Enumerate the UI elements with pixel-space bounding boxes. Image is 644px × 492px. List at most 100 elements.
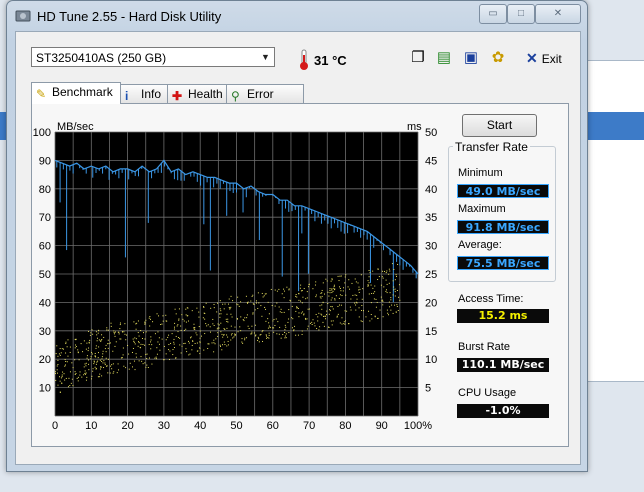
access-time-point	[344, 310, 346, 312]
access-time-point	[57, 384, 59, 386]
access-time-point	[280, 308, 282, 310]
y-left-tick-label: 70	[39, 212, 51, 224]
access-time-point	[104, 364, 106, 366]
access-time-point	[169, 359, 171, 361]
access-time-point	[180, 325, 182, 327]
access-time-point	[242, 342, 244, 344]
access-time-point	[161, 323, 163, 325]
start-button[interactable]: Start	[462, 114, 537, 137]
access-time-point	[232, 300, 234, 302]
access-time-point	[67, 386, 69, 388]
access-time-point	[107, 358, 109, 360]
access-time-point	[157, 341, 159, 343]
access-time-point	[111, 368, 113, 370]
access-time-point	[213, 325, 215, 327]
access-time-point	[104, 348, 106, 350]
access-time-point	[385, 290, 387, 292]
access-time-point	[321, 295, 323, 297]
access-time-point	[59, 391, 61, 393]
access-time-point	[148, 317, 150, 319]
access-time-point	[382, 300, 384, 302]
access-time-point	[334, 299, 336, 301]
access-time-point	[184, 342, 186, 344]
access-time-point	[145, 331, 147, 333]
access-time-point	[210, 307, 212, 309]
access-time-point	[64, 364, 66, 366]
access-time-point	[306, 297, 308, 299]
access-time-point	[218, 324, 220, 326]
access-time-point	[220, 322, 222, 324]
access-time-point	[198, 311, 200, 313]
access-time-point	[296, 307, 298, 309]
access-time-point	[163, 345, 165, 347]
access-time-point	[183, 320, 185, 322]
access-time-point	[333, 284, 335, 286]
access-time-point	[344, 282, 346, 284]
access-time-point	[160, 323, 162, 325]
access-time-point	[328, 295, 330, 297]
access-time-point	[340, 275, 342, 277]
access-time-point	[380, 284, 382, 286]
access-time-point	[226, 313, 228, 315]
access-time-point	[370, 284, 372, 286]
access-time-point	[147, 366, 149, 368]
access-time-point	[216, 311, 218, 313]
access-time-point	[322, 301, 324, 303]
access-time-point	[174, 308, 176, 310]
tab-benchmark[interactable]: ✎ Benchmark	[31, 82, 121, 104]
access-time-point	[387, 312, 389, 314]
access-time-point	[258, 338, 260, 340]
access-time-point	[92, 333, 94, 335]
access-time-point	[291, 317, 293, 319]
access-time-point	[268, 322, 270, 324]
access-time-point	[149, 325, 151, 327]
access-time-point	[234, 326, 236, 328]
access-time-point	[388, 314, 390, 316]
access-time-point	[234, 335, 236, 337]
access-time-point	[101, 360, 103, 362]
access-time-point	[207, 343, 209, 345]
access-time-point	[292, 318, 294, 320]
access-time-point	[377, 268, 379, 270]
access-time-point	[356, 298, 358, 300]
access-time-point	[333, 285, 335, 287]
access-time-point	[372, 287, 374, 289]
access-time-point	[180, 352, 182, 354]
access-time-point	[101, 338, 103, 340]
access-time-point	[258, 341, 260, 343]
access-time-point	[279, 311, 281, 313]
access-time-point	[260, 305, 262, 307]
access-time-point	[306, 291, 308, 293]
access-time-point	[389, 306, 391, 308]
access-time-point	[265, 334, 267, 336]
access-time-point	[211, 342, 213, 344]
access-time-point	[287, 321, 289, 323]
access-time-point	[267, 336, 269, 338]
access-time-point	[74, 371, 76, 373]
access-time-point	[96, 334, 98, 336]
access-time-point	[106, 329, 108, 331]
access-time-point	[67, 355, 69, 357]
access-time-point	[288, 332, 290, 334]
x-tick-label: 70	[303, 420, 315, 432]
access-time-point	[119, 324, 121, 326]
access-time-point	[213, 351, 215, 353]
access-time-point	[133, 360, 135, 362]
access-time-point	[361, 310, 363, 312]
access-time-point	[392, 312, 394, 314]
access-time-point	[230, 313, 232, 315]
access-time-point	[123, 365, 125, 367]
access-time-point	[371, 318, 373, 320]
access-time-point	[84, 372, 86, 374]
access-time-point	[375, 306, 377, 308]
access-time-point	[251, 331, 253, 333]
access-time-point	[196, 350, 198, 352]
access-time-point	[119, 328, 121, 330]
access-time-point	[203, 306, 205, 308]
access-time-point	[329, 310, 331, 312]
access-time-point	[332, 308, 334, 310]
access-time-point	[219, 316, 221, 318]
access-time-point	[283, 290, 285, 292]
access-time-point	[219, 344, 221, 346]
access-time-point	[333, 289, 335, 291]
